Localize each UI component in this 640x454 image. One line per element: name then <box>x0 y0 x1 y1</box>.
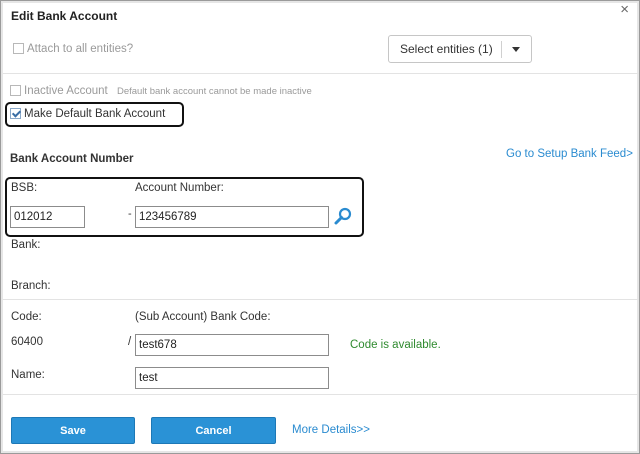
name-label: Name: <box>11 369 45 381</box>
attach-all-entities-checkbox[interactable] <box>13 43 24 54</box>
code-value: 60400 <box>11 336 43 348</box>
inactive-account-checkbox[interactable] <box>10 85 21 96</box>
code-slash: / <box>128 336 132 348</box>
sub-account-code-label: (Sub Account) Bank Code: <box>135 311 271 323</box>
name-input[interactable]: test <box>135 367 329 389</box>
setup-bank-feed-link[interactable]: Go to Setup Bank Feed> <box>506 148 633 160</box>
inactive-account-label: Inactive Account <box>24 85 108 97</box>
make-default-checkbox[interactable] <box>10 108 21 119</box>
edit-bank-account-dialog: Edit Bank Account × Attach to all entiti… <box>0 0 640 454</box>
bank-account-number-heading: Bank Account Number <box>10 153 134 165</box>
bank-label: Bank: <box>11 239 41 251</box>
cancel-button[interactable]: Cancel <box>151 417 276 444</box>
save-button[interactable]: Save <box>11 417 135 444</box>
search-icon[interactable] <box>333 206 353 226</box>
divider <box>3 299 639 300</box>
more-details-link[interactable]: More Details>> <box>292 424 370 436</box>
close-icon[interactable]: × <box>620 2 629 17</box>
attach-all-entities-row[interactable]: Attach to all entities? <box>13 43 133 55</box>
branch-label: Branch: <box>11 280 51 292</box>
dialog-title: Edit Bank Account <box>11 9 118 23</box>
bsb-dash: - <box>128 208 132 220</box>
dropdown-divider <box>501 41 502 58</box>
account-number-label: Account Number: <box>135 182 224 194</box>
make-default-label: Make Default Bank Account <box>24 108 166 120</box>
bsb-label: BSB: <box>11 182 38 194</box>
inactive-account-note: Default bank account cannot be made inac… <box>116 86 312 97</box>
select-entities-dropdown[interactable]: Select entities (1) <box>388 35 532 63</box>
code-label: Code: <box>11 311 42 323</box>
divider <box>3 394 639 395</box>
bsb-input[interactable]: 012012 <box>10 206 85 228</box>
caret-down-icon <box>512 47 520 52</box>
make-default-row[interactable]: Make Default Bank Account <box>10 108 165 120</box>
sub-account-code-input[interactable]: test678 <box>135 334 329 356</box>
select-entities-label: Select entities (1) <box>400 42 493 56</box>
divider <box>3 73 639 74</box>
inactive-account-row: Inactive Account Default bank account ca… <box>10 85 312 97</box>
code-available-status: Code is available. <box>350 339 441 351</box>
account-number-input[interactable]: 123456789 <box>135 206 329 228</box>
attach-all-entities-label: Attach to all entities? <box>27 43 134 55</box>
